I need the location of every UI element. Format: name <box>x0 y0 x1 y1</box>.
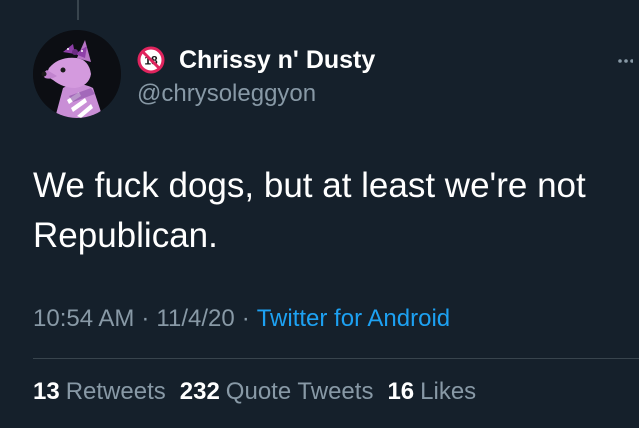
tweet-source-link[interactable]: Twitter for Android <box>257 305 450 332</box>
user-handle[interactable]: @chrysoleggyon <box>137 80 599 108</box>
tweet-text: We fuck dogs, but at least we're not Rep… <box>33 166 586 255</box>
quote-tweets-stat[interactable]: 232 Quote Tweets <box>180 378 388 405</box>
tweet-time[interactable]: 10:54 AM <box>33 305 134 332</box>
display-name[interactable]: Chrissy n' Dusty <box>179 46 375 75</box>
likes-count: 16 <box>387 378 415 405</box>
retweets-label: Retweets <box>65 378 166 405</box>
meta-separator: · <box>141 305 150 332</box>
tweet-metadata: 10:54 AM · 11/4/20 · Twitter for Android <box>33 305 450 333</box>
tweet-header: 18 Chrissy n' Dusty @chrysoleggyon <box>137 44 599 108</box>
likes-stat[interactable]: 16 Likes <box>387 378 490 405</box>
tweet-date[interactable]: 11/4/20 <box>156 305 234 332</box>
thread-connector-line <box>77 0 79 20</box>
no-under-18-icon: 18 <box>137 46 165 74</box>
more-options-icon[interactable] <box>617 58 633 64</box>
pink-dog-avatar-icon <box>33 30 121 118</box>
retweets-count: 13 <box>33 378 60 405</box>
quote-tweets-count: 232 <box>179 378 220 405</box>
likes-label: Likes <box>420 378 477 405</box>
avatar[interactable] <box>33 30 121 118</box>
author-name-row[interactable]: 18 Chrissy n' Dusty <box>137 44 599 76</box>
engagement-stats: 13 Retweets 232 Quote Tweets 16 Likes <box>33 378 490 406</box>
quote-tweets-label: Quote Tweets <box>225 378 374 405</box>
divider <box>33 358 639 359</box>
retweets-stat[interactable]: 13 Retweets <box>33 378 180 405</box>
meta-separator: · <box>241 305 250 332</box>
